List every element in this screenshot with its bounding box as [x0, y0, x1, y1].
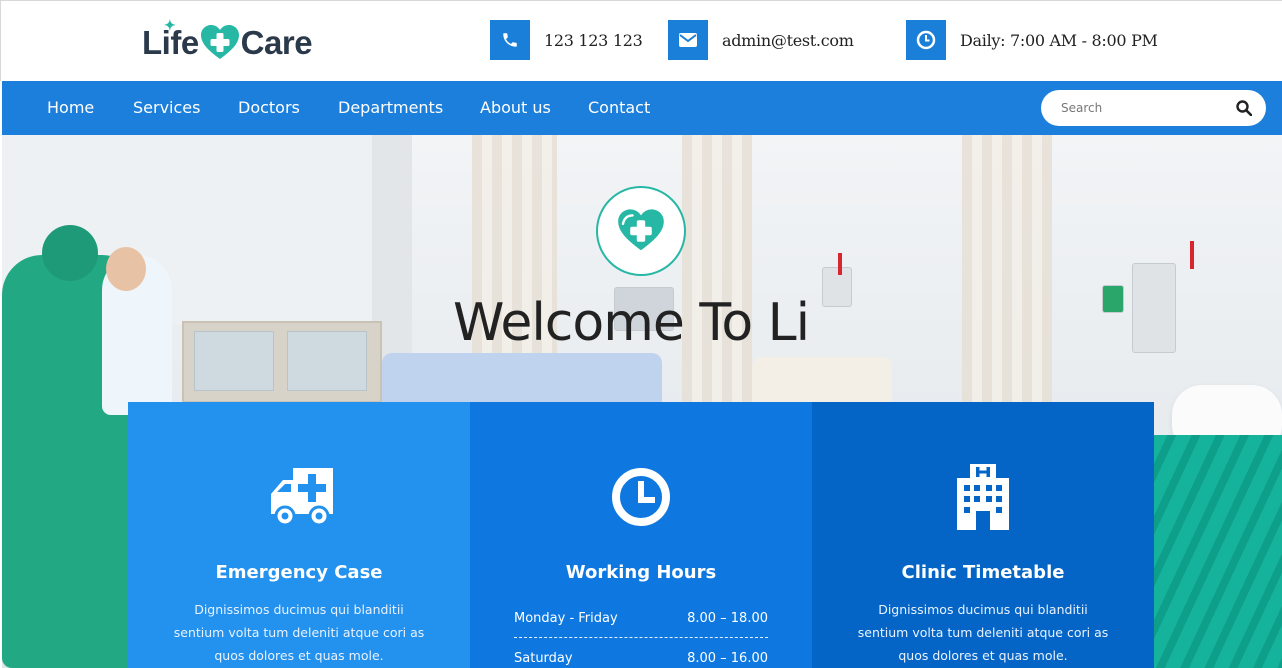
- search-box: [1041, 90, 1266, 126]
- hospital-icon: [957, 464, 1009, 530]
- sprout-icon: ✦: [164, 17, 176, 33]
- phone-number[interactable]: 123 123 123: [544, 31, 643, 50]
- heart-plus-icon: [200, 25, 239, 59]
- card-title: Emergency Case: [215, 562, 383, 583]
- contact-email: admin@test.com: [668, 20, 854, 60]
- nav-services[interactable]: Services: [133, 81, 200, 135]
- heart-logo-badge: [596, 186, 686, 276]
- nav-doctors[interactable]: Doctors: [238, 81, 300, 135]
- phone-icon: [490, 20, 530, 60]
- contact-phone: 123 123 123: [490, 20, 643, 60]
- heart-plus-icon: [618, 209, 664, 251]
- nav-about-us[interactable]: About us: [480, 81, 551, 135]
- clock-icon: [906, 20, 946, 60]
- ambulance-icon: [271, 468, 333, 527]
- card-text: Dignissimos ducimus qui blanditii sentiu…: [173, 602, 425, 663]
- card-emergency: Emergency Case Dignissimos ducimus qui b…: [128, 402, 470, 668]
- nav-contact[interactable]: Contact: [588, 81, 650, 135]
- hours-time: 8.00 – 16.00: [687, 650, 768, 666]
- hours-time: 8.00 – 18.00: [687, 611, 768, 626]
- card-working-hours: Working Hours Monday - Friday 8.00 – 18.…: [470, 402, 812, 668]
- hours-row: Saturday 8.00 – 16.00: [514, 644, 768, 668]
- top-header: ✦ Life Care 123 123 123 admin@test.com D…: [0, 0, 1282, 81]
- envelope-icon: [668, 20, 708, 60]
- hero-title: Welcome To Li: [453, 293, 810, 353]
- search-icon[interactable]: [1236, 100, 1252, 116]
- hours-day: Saturday: [514, 650, 573, 666]
- hours-day: Monday - Friday: [514, 611, 618, 626]
- hours-row: Monday - Friday 8.00 – 18.00: [514, 602, 768, 638]
- logo-text-right: Care: [240, 24, 313, 61]
- email-address[interactable]: admin@test.com: [722, 31, 854, 50]
- nav-departments[interactable]: Departments: [338, 81, 443, 135]
- card-title: Working Hours: [565, 562, 717, 583]
- card-text: Dignissimos ducimus qui blanditii sentiu…: [857, 602, 1109, 663]
- search-input[interactable]: [1061, 98, 1231, 118]
- card-clinic-timetable: Clinic Timetable Dignissimos ducimus qui…: [812, 402, 1154, 668]
- nav-home[interactable]: Home: [47, 81, 94, 135]
- opening-hours: Daily: 7:00 AM - 8:00 PM: [960, 30, 1158, 50]
- clock-icon: [612, 468, 670, 526]
- site-logo[interactable]: ✦ Life Care: [142, 17, 313, 63]
- main-navbar: Home Services Doctors Departments About …: [2, 81, 1282, 135]
- card-title: Clinic Timetable: [901, 562, 1065, 583]
- contact-hours: Daily: 7:00 AM - 8:00 PM: [906, 20, 1158, 60]
